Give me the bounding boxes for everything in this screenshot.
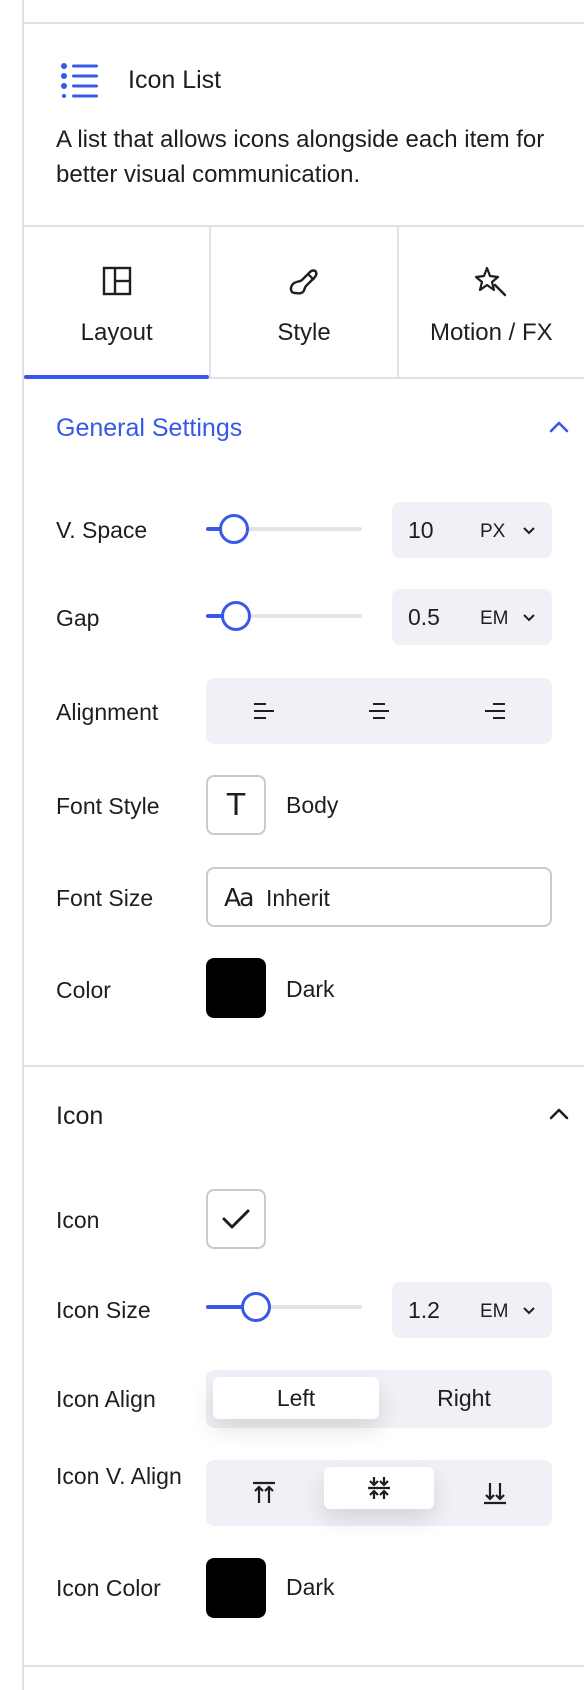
left-rail bbox=[0, 0, 24, 1690]
icon-size-input[interactable]: 1.2 EM bbox=[392, 1282, 552, 1338]
v-space-input[interactable]: 10 PX bbox=[392, 502, 552, 558]
tab-style[interactable]: Style bbox=[211, 227, 399, 377]
v-space-slider[interactable] bbox=[206, 514, 362, 544]
font-style-glyph: T bbox=[226, 787, 246, 823]
color-label: Color bbox=[56, 977, 111, 1003]
list-bullets-icon bbox=[61, 63, 98, 98]
icon-color-label: Icon Color bbox=[56, 1575, 161, 1601]
brush-icon bbox=[289, 269, 318, 295]
gap-label: Gap bbox=[56, 605, 100, 631]
icon-align-right-button[interactable]: Right bbox=[383, 1377, 545, 1419]
inspector-tabs: Layout Style Motion / FX bbox=[24, 227, 584, 379]
align-center-button[interactable] bbox=[321, 678, 437, 744]
chevron-down-icon[interactable] bbox=[522, 613, 536, 623]
gap-slider[interactable] bbox=[206, 601, 362, 631]
block-header: Icon List A list that allows icons along… bbox=[24, 24, 584, 227]
chevron-up-icon[interactable] bbox=[548, 420, 570, 434]
font-size-value: Inherit bbox=[266, 885, 330, 911]
gap-unit[interactable]: EM bbox=[480, 608, 509, 630]
align-left-icon bbox=[253, 703, 274, 719]
align-right-button[interactable] bbox=[437, 678, 552, 744]
icon-color-value: Dark bbox=[286, 1574, 335, 1600]
icon-v-align-label: Icon V. Align bbox=[56, 1463, 182, 1489]
font-size-label: Font Size bbox=[56, 885, 154, 911]
sparkle-star-icon bbox=[475, 266, 507, 297]
icon-section-header[interactable]: Icon bbox=[56, 1102, 103, 1131]
align-middle-icon bbox=[368, 1477, 390, 1499]
icon-color-swatch[interactable] bbox=[206, 1558, 266, 1618]
align-left-button[interactable] bbox=[206, 678, 321, 744]
v-space-label: V. Space bbox=[56, 517, 148, 543]
icon-label: Icon bbox=[56, 1207, 100, 1233]
tab-label: Style bbox=[277, 319, 331, 346]
alignment-label: Alignment bbox=[56, 699, 159, 725]
check-icon bbox=[222, 1209, 250, 1229]
v-space-value: 10 bbox=[408, 517, 434, 543]
tab-motion-fx[interactable]: Motion / FX bbox=[399, 227, 584, 377]
alignment-toggle-group bbox=[206, 678, 552, 744]
tab-label: Layout bbox=[80, 319, 153, 346]
v-align-top-button[interactable] bbox=[206, 1460, 321, 1526]
icon-align-left-button[interactable]: Left bbox=[213, 1377, 379, 1419]
section-divider bbox=[24, 1065, 584, 1067]
slider-thumb[interactable] bbox=[221, 601, 251, 631]
tab-label: Motion / FX bbox=[429, 319, 553, 346]
align-bottom-icon bbox=[483, 1483, 506, 1505]
color-swatch[interactable] bbox=[206, 958, 266, 1018]
v-align-bottom-button[interactable] bbox=[437, 1460, 552, 1526]
section-divider bbox=[24, 1665, 584, 1667]
align-center-icon bbox=[369, 703, 389, 719]
chevron-down-icon[interactable] bbox=[522, 1306, 536, 1316]
icon-align-toggle-group: Left Right bbox=[206, 1370, 552, 1428]
color-value: Dark bbox=[286, 976, 335, 1002]
layout-grid-icon bbox=[102, 266, 131, 296]
icon-size-value: 1.2 bbox=[408, 1297, 440, 1323]
font-style-value: Body bbox=[286, 792, 339, 818]
tab-layout[interactable]: Layout bbox=[24, 227, 212, 379]
font-style-label: Font Style bbox=[56, 793, 160, 819]
icon-size-label: Icon Size bbox=[56, 1297, 151, 1323]
gap-value: 0.5 bbox=[408, 604, 440, 630]
icon-size-slider[interactable] bbox=[206, 1292, 362, 1322]
slider-thumb[interactable] bbox=[219, 514, 249, 544]
icon-size-unit[interactable]: EM bbox=[480, 1301, 509, 1323]
font-style-button[interactable]: T bbox=[206, 775, 266, 835]
v-align-middle-button[interactable] bbox=[324, 1467, 434, 1509]
chevron-down-icon[interactable] bbox=[522, 526, 536, 536]
block-title: Icon List bbox=[128, 66, 222, 94]
align-right-icon bbox=[484, 703, 505, 719]
slider-thumb[interactable] bbox=[241, 1292, 271, 1322]
icon-align-label: Icon Align bbox=[56, 1386, 156, 1412]
settings-panel: Icon List A list that allows icons along… bbox=[24, 0, 584, 1690]
font-size-glyph: Aa bbox=[224, 883, 254, 912]
font-size-select[interactable]: Aa Inherit bbox=[206, 867, 552, 927]
v-space-unit[interactable]: PX bbox=[480, 521, 505, 543]
icon-v-align-toggle-group bbox=[206, 1460, 552, 1526]
icon-picker-button[interactable] bbox=[206, 1189, 266, 1249]
block-description: A list that allows icons alongside each … bbox=[56, 126, 545, 188]
gap-input[interactable]: 0.5 EM bbox=[392, 589, 552, 645]
general-settings-header[interactable]: General Settings bbox=[56, 414, 242, 443]
chevron-up-icon[interactable] bbox=[548, 1107, 570, 1121]
align-top-icon bbox=[252, 1481, 275, 1503]
